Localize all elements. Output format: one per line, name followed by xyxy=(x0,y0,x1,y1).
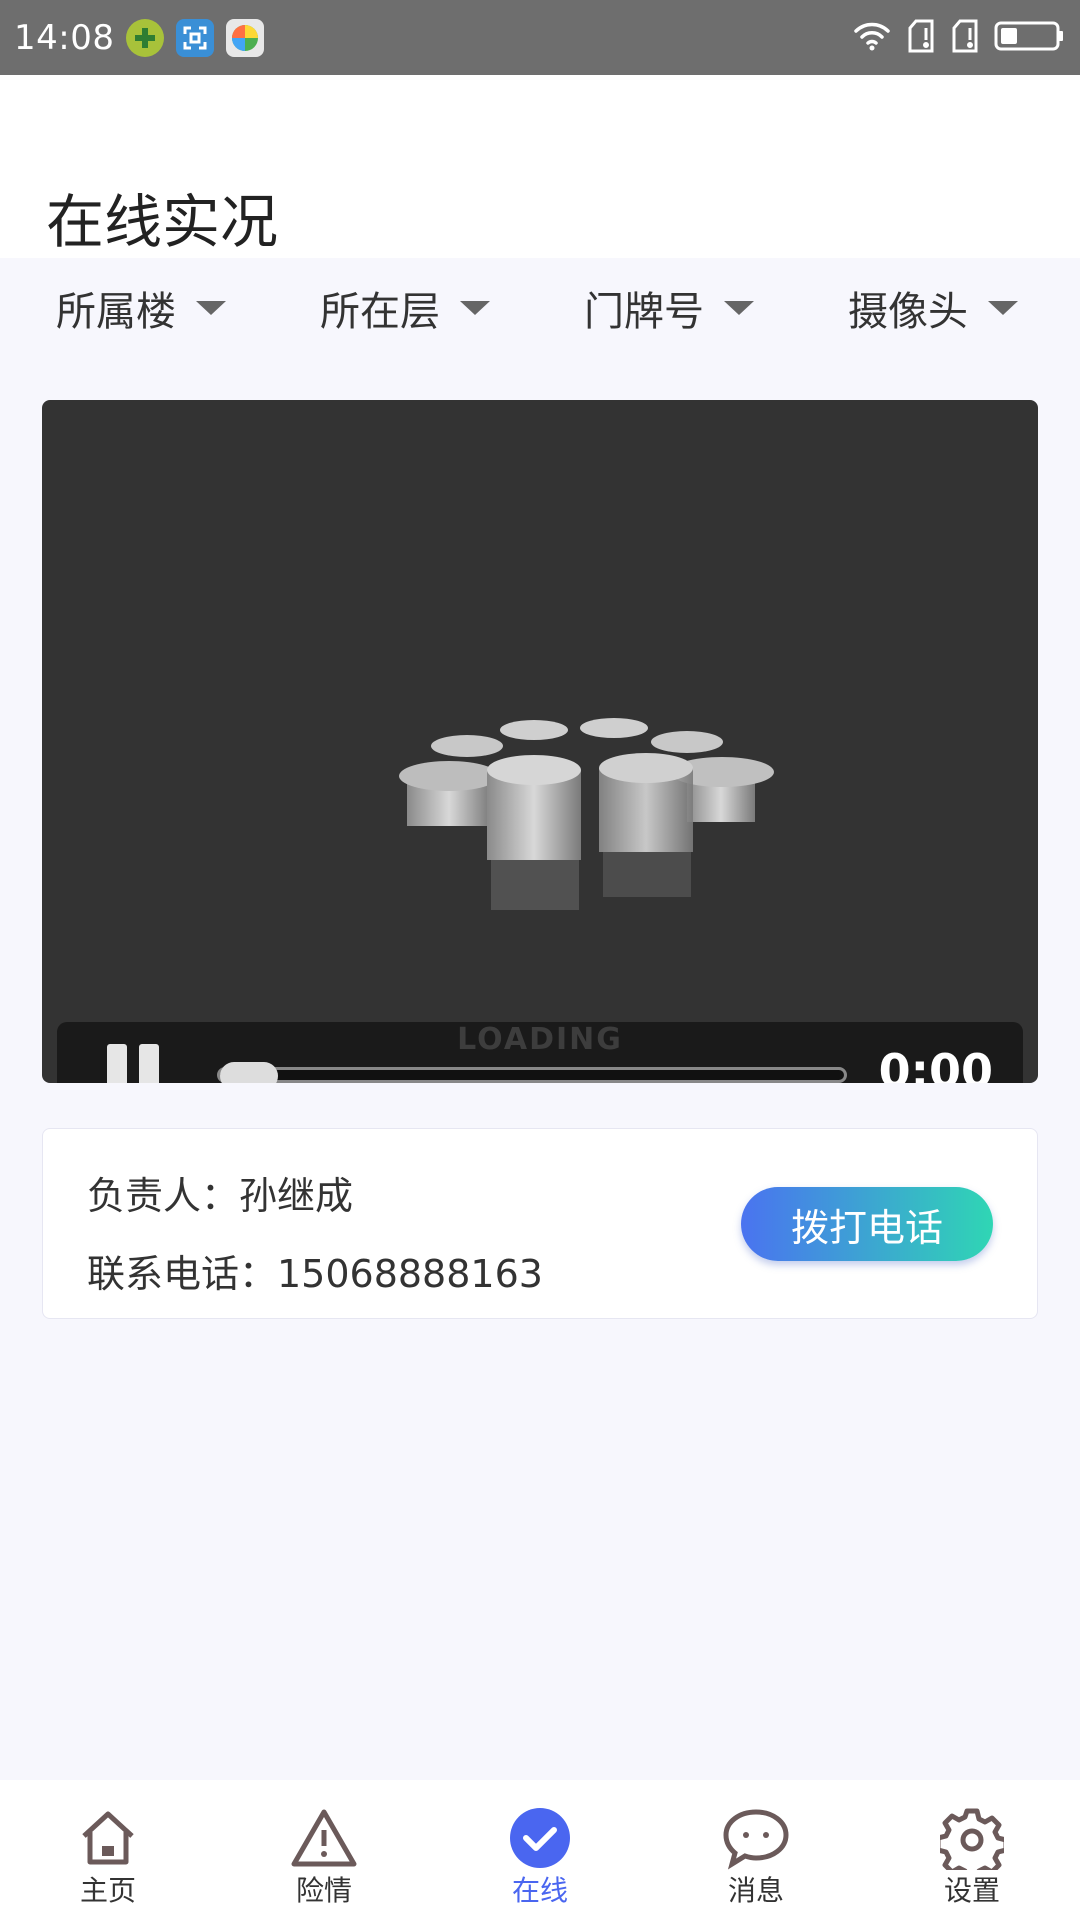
bottom-tab-bar: 主页 险情 在线 消息 设置 xyxy=(0,1780,1080,1920)
status-bar: 14:08 xyxy=(0,0,1080,75)
tab-label: 消息 xyxy=(727,1874,784,1907)
screen: 14:08 在线实况 所属楼 所在层 门牌号 摄像头 LOADING 0:00 … xyxy=(0,0,1080,1920)
caret-down-icon xyxy=(724,301,754,315)
caret-down-icon xyxy=(196,301,226,315)
call-button[interactable]: 拨打电话 xyxy=(741,1187,993,1261)
progress-thumb[interactable] xyxy=(220,1062,278,1083)
sim-icon xyxy=(906,18,936,58)
filter-bar: 所属楼 所在层 门牌号 摄像头 xyxy=(0,258,1080,358)
caret-down-icon xyxy=(460,301,490,315)
header: 在线实况 xyxy=(0,75,1080,258)
pause-icon[interactable] xyxy=(107,1044,171,1083)
responsible-person: 负责人：孙继成 xyxy=(87,1174,354,1218)
loading-spinner-icon xyxy=(399,718,774,910)
filter-label: 所属楼 xyxy=(56,289,176,335)
filter-building-dropdown[interactable]: 所属楼 xyxy=(0,258,264,358)
plus-icon xyxy=(126,18,165,57)
wifi-icon xyxy=(852,20,892,56)
ball-icon xyxy=(226,18,265,57)
filter-label: 所在层 xyxy=(320,289,440,335)
home-icon xyxy=(72,1802,144,1874)
gear-icon xyxy=(936,1802,1008,1874)
tab-label: 在线 xyxy=(511,1874,568,1907)
page-title: 在线实况 xyxy=(46,188,279,256)
scan-icon xyxy=(176,18,215,57)
filter-label: 摄像头 xyxy=(848,289,968,335)
video-player[interactable]: LOADING 0:00 xyxy=(42,400,1038,1083)
status-system-icons xyxy=(852,18,1066,58)
tab-label: 险情 xyxy=(295,1874,352,1907)
filter-camera-dropdown[interactable]: 摄像头 xyxy=(792,258,1056,358)
tab-label: 主页 xyxy=(79,1874,136,1907)
tab-home[interactable]: 主页 xyxy=(0,1780,216,1920)
sim-icon xyxy=(950,18,980,58)
filter-room-dropdown[interactable]: 门牌号 xyxy=(528,258,792,358)
video-progress-bar[interactable] xyxy=(217,1062,847,1083)
contact-phone: 联系电话：15068888163 xyxy=(87,1252,543,1296)
filter-floor-dropdown[interactable]: 所在层 xyxy=(264,258,528,358)
contact-card: 负责人：孙继成 联系电话：15068888163 拨打电话 xyxy=(42,1128,1038,1319)
tab-danger[interactable]: 险情 xyxy=(216,1780,432,1920)
status-time: 14:08 xyxy=(14,17,115,58)
video-controls: LOADING 0:00 xyxy=(57,1022,1023,1083)
check-circle-icon xyxy=(504,1802,576,1874)
tab-settings[interactable]: 设置 xyxy=(864,1780,1080,1920)
caret-down-icon xyxy=(988,301,1018,315)
video-time: 0:00 xyxy=(878,1044,993,1083)
tab-label: 设置 xyxy=(943,1874,1000,1907)
tab-messages[interactable]: 消息 xyxy=(648,1780,864,1920)
status-app-icons xyxy=(126,18,265,57)
filter-label: 门牌号 xyxy=(584,289,704,335)
battery-icon xyxy=(994,19,1066,57)
tab-online[interactable]: 在线 xyxy=(432,1780,648,1920)
chat-icon xyxy=(720,1802,792,1874)
warning-icon xyxy=(288,1802,360,1874)
